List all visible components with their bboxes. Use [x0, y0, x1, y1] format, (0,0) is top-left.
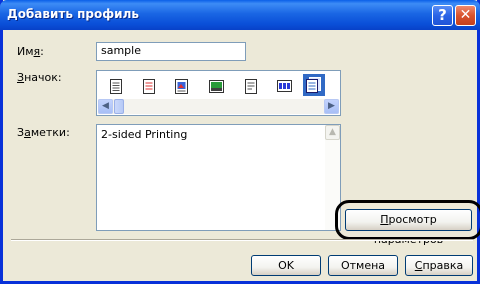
icon-scrollbar[interactable]: ◀ ▶: [98, 99, 339, 114]
help-icon[interactable]: ?: [432, 5, 453, 26]
notes-label-accel: а: [24, 126, 31, 139]
duplex-icon[interactable]: [303, 74, 325, 96]
layout-icon[interactable]: [275, 77, 293, 95]
notes-label: Заметки:: [17, 126, 70, 139]
photo-document-icon[interactable]: [172, 77, 190, 95]
close-icon[interactable]: ✕: [455, 5, 476, 26]
notes-text: 2-sided Printing: [101, 128, 188, 141]
title-bar[interactable]: Добавить профиль ? ✕: [0, 0, 480, 30]
scroll-right-icon[interactable]: ▶: [324, 99, 339, 114]
icon-list[interactable]: ◀ ▶: [96, 70, 341, 116]
color-document-icon[interactable]: [140, 77, 158, 95]
dialog-title: Добавить профиль: [7, 7, 139, 21]
name-label-colon: :: [40, 45, 44, 58]
cancel-button[interactable]: Отмена: [328, 255, 398, 276]
scroll-left-icon[interactable]: ◀: [98, 99, 113, 114]
ok-button[interactable]: OK: [251, 255, 321, 276]
help-button-label: правка: [422, 259, 464, 272]
help-button[interactable]: Справка: [405, 255, 473, 276]
booklet-icon[interactable]: [242, 77, 260, 95]
separator: [11, 239, 473, 241]
scroll-thumb[interactable]: [114, 99, 124, 114]
scroll-up-icon[interactable]: ▲: [325, 125, 340, 140]
notes-textarea[interactable]: 2-sided Printing ▲: [96, 124, 341, 231]
icon-label-text: начок:: [24, 71, 62, 84]
document-icon[interactable]: [107, 77, 125, 95]
add-profile-dialog: Добавить профиль ? ✕ Имя: sample Значок:: [0, 0, 480, 284]
view-settings-button[interactable]: Просмотр параметров: [345, 209, 472, 246]
image-icon[interactable]: [207, 77, 225, 95]
view-settings-accel: П: [380, 213, 389, 226]
name-label-text: Им: [17, 45, 34, 58]
notes-label-text-pre: З: [17, 126, 25, 139]
icon-label-accel: З: [17, 71, 25, 84]
notes-label-text-post: метки:: [30, 126, 70, 139]
icon-label: Значок:: [17, 71, 62, 84]
name-label: Имя:: [17, 45, 44, 58]
name-input[interactable]: sample: [96, 42, 246, 61]
